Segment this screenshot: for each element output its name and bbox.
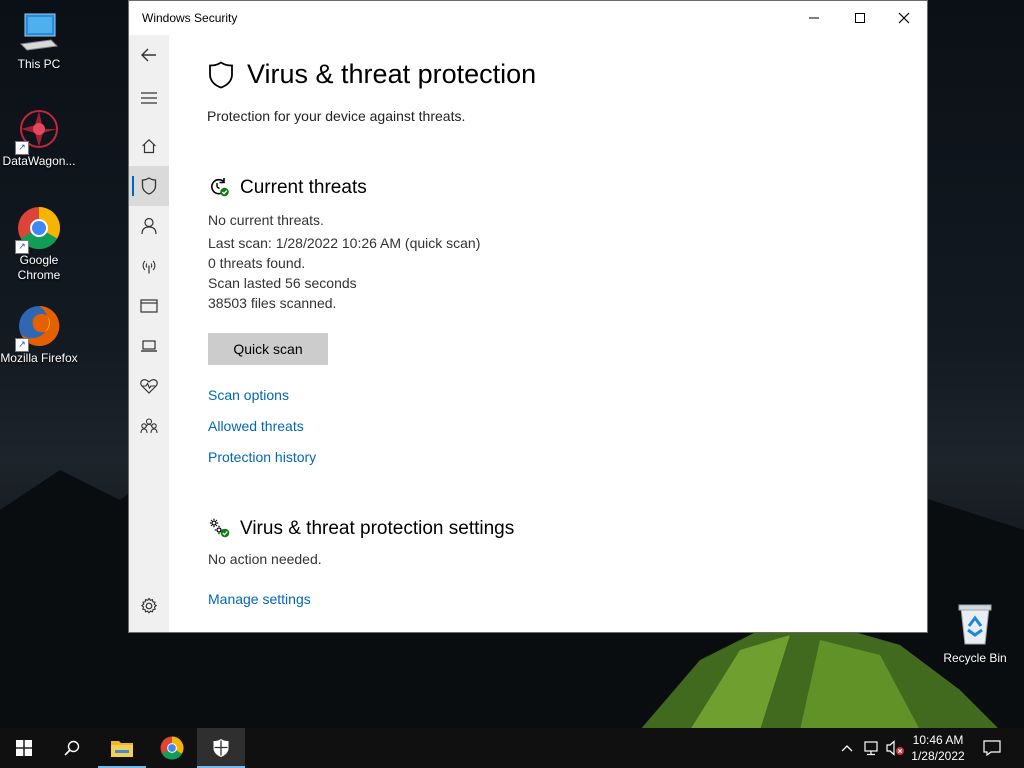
taskbar-clock[interactable]: 10:46 AM 1/28/2022 — [905, 732, 971, 764]
desktop-icon-firefox[interactable]: ↗ Mozilla Firefox — [0, 304, 79, 366]
network-icon — [864, 741, 878, 756]
monitor-icon — [17, 10, 61, 54]
navigation-sidebar — [129, 35, 169, 632]
window-title: Windows Security — [142, 11, 238, 25]
menu-button[interactable] — [129, 78, 169, 118]
minimize-icon — [809, 17, 819, 19]
desktop-icon-label: Mozilla Firefox — [0, 351, 78, 365]
current-threats-heading: Current threats — [240, 177, 367, 198]
antenna-icon — [142, 260, 156, 274]
notification-icon — [983, 740, 1001, 756]
nav-device-performance-health[interactable] — [129, 366, 169, 406]
desktop-icon-datawagon[interactable]: ↗ DataWagon... — [0, 107, 79, 169]
settings-status-text: No action needed. — [208, 551, 322, 567]
windows-security-icon — [213, 739, 229, 757]
browser-window-icon — [140, 299, 158, 313]
manage-settings-link[interactable]: Manage settings — [208, 591, 311, 607]
nav-firewall-network[interactable] — [129, 246, 169, 286]
threat-status-text: No current threats. — [208, 212, 324, 228]
taskbar-windows-security[interactable] — [197, 728, 245, 768]
action-center-button[interactable] — [976, 728, 1008, 768]
taskbar-chrome[interactable] — [148, 728, 196, 768]
clock-date: 1/28/2022 — [911, 749, 965, 763]
page-subtitle: Protection for your device against threa… — [207, 108, 466, 124]
laptop-icon — [141, 340, 157, 352]
nav-account-protection[interactable] — [129, 206, 169, 246]
person-icon — [141, 217, 157, 235]
back-button[interactable] — [129, 35, 169, 75]
scan-duration-text: Scan lasted 56 seconds — [208, 275, 357, 291]
nav-app-browser-control[interactable] — [129, 286, 169, 326]
recycle-bin-icon — [953, 602, 997, 646]
volume-muted-icon — [886, 740, 904, 756]
nav-family-options[interactable] — [129, 406, 169, 446]
scan-options-link[interactable]: Scan options — [208, 387, 289, 403]
search-button[interactable] — [48, 728, 96, 768]
nav-settings[interactable] — [129, 586, 169, 626]
tray-show-hidden-button[interactable] — [838, 728, 856, 768]
home-icon — [142, 138, 156, 154]
shield-icon — [141, 177, 157, 195]
maximize-icon — [855, 13, 865, 23]
taskbar-file-explorer[interactable] — [98, 728, 146, 768]
shortcut-arrow-icon: ↗ — [15, 141, 29, 155]
back-arrow-icon — [141, 48, 156, 62]
quick-scan-button[interactable]: Quick scan — [208, 333, 328, 365]
desktop-icon-this-pc[interactable]: This PC — [0, 10, 79, 72]
family-icon — [140, 418, 158, 434]
tray-network-button[interactable] — [860, 728, 882, 768]
desktop-icon-label: Recycle Bin — [943, 651, 1007, 665]
shortcut-arrow-icon: ↗ — [15, 338, 29, 352]
files-scanned-text: 38503 files scanned. — [208, 295, 337, 311]
nav-virus-threat-protection[interactable] — [129, 166, 169, 206]
close-button[interactable] — [881, 1, 927, 35]
firefox-icon: ↗ — [15, 304, 61, 352]
desktop-icon-label: Google Chrome — [17, 253, 61, 282]
protection-settings-heading: Virus & threat protection settings — [240, 518, 515, 539]
page-title: Virus & threat protection — [247, 59, 537, 89]
maximize-button[interactable] — [837, 1, 883, 35]
shield-icon — [209, 61, 233, 89]
minimize-button[interactable] — [791, 1, 837, 35]
file-explorer-icon — [111, 741, 133, 757]
protection-history-link[interactable]: Protection history — [208, 449, 316, 465]
title-bar[interactable]: Windows Security — [129, 1, 927, 35]
last-scan-text: Last scan: 1/28/2022 10:26 AM (quick sca… — [208, 235, 481, 251]
allowed-threats-link[interactable]: Allowed threats — [208, 418, 304, 434]
chrome-icon — [160, 736, 184, 760]
refresh-check-icon — [211, 178, 229, 197]
heart-pulse-icon — [140, 379, 158, 394]
main-content: Virus & threat protection Protection for… — [169, 35, 927, 632]
threats-found-text: 0 threats found. — [208, 255, 306, 271]
nav-home[interactable] — [129, 126, 169, 166]
start-button[interactable] — [0, 728, 48, 768]
search-icon — [64, 740, 80, 756]
desktop-icon-label: DataWagon... — [2, 154, 76, 168]
hamburger-icon — [141, 92, 157, 104]
taskbar: 10:46 AM 1/28/2022 — [0, 728, 1024, 768]
chrome-icon: ↗ — [15, 206, 61, 254]
tray-volume-button[interactable] — [884, 728, 906, 768]
close-icon — [898, 12, 910, 24]
settings-gears-check-icon — [209, 518, 230, 538]
shortcut-arrow-icon: ↗ — [15, 240, 29, 254]
nav-device-security[interactable] — [129, 326, 169, 366]
datawagon-icon: ↗ — [15, 107, 61, 155]
chevron-up-icon — [841, 745, 853, 752]
clock-time: 10:46 AM — [912, 733, 964, 747]
desktop-icon-recycle-bin[interactable]: Recycle Bin — [935, 602, 1015, 665]
desktop-icon-chrome[interactable]: ↗ Google Chrome — [0, 206, 79, 283]
windows-security-window: Windows Security Virus & threat protecti… — [128, 0, 928, 633]
desktop-icon-label: This PC — [17, 57, 61, 71]
start-icon — [16, 740, 32, 756]
gear-icon — [140, 597, 158, 614]
